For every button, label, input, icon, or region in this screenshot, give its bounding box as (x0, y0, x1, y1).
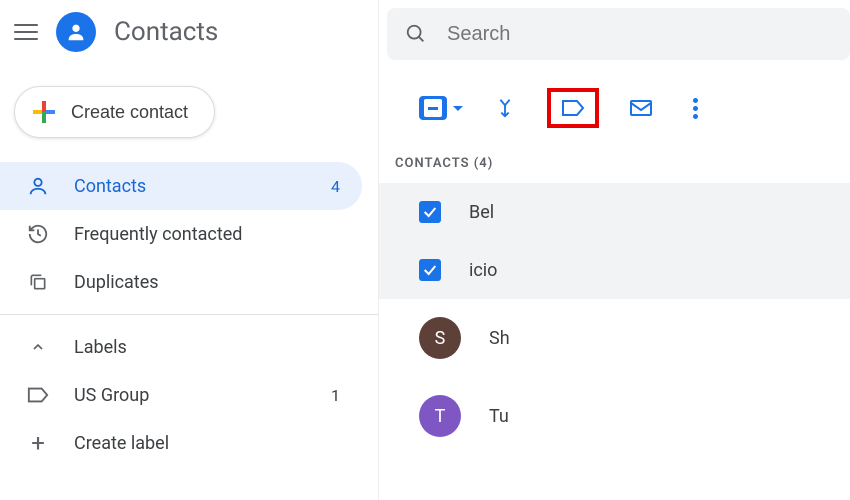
divider (0, 314, 378, 315)
sidebar-item-label: Duplicates (74, 272, 159, 293)
sidebar-item-label: Contacts (74, 176, 146, 197)
label-count: 1 (331, 386, 340, 405)
label-icon (26, 383, 50, 407)
app-title: Contacts (114, 17, 218, 47)
contact-name: Tu (489, 406, 509, 427)
contacts-logo-icon (56, 12, 96, 52)
contact-row[interactable]: Bel (379, 183, 850, 241)
sidebar-create-label[interactable]: + Create label (0, 419, 362, 467)
contacts-count: 4 (331, 177, 340, 196)
duplicate-icon (26, 270, 50, 294)
sidebar-item-duplicates[interactable]: Duplicates (0, 258, 362, 306)
create-contact-label: Create contact (71, 102, 188, 123)
avatar: S (419, 317, 461, 359)
sidebar-item-frequent[interactable]: Frequently contacted (0, 210, 362, 258)
contact-name: icio (469, 260, 497, 281)
sidebar-labels-header[interactable]: Labels (0, 323, 362, 371)
email-icon[interactable] (629, 96, 653, 120)
toolbar (379, 60, 850, 144)
checkbox-checked-icon[interactable] (419, 201, 441, 223)
label-icon[interactable] (561, 96, 585, 120)
history-icon (26, 222, 50, 246)
select-dropdown[interactable] (419, 96, 463, 120)
contact-name: Sh (489, 328, 510, 349)
sidebar-item-label: Frequently contacted (74, 224, 242, 245)
search-icon (405, 23, 427, 45)
highlight-label-button (547, 88, 599, 128)
sidebar-item-contacts[interactable]: Contacts 4 (0, 162, 362, 210)
merge-icon[interactable] (493, 96, 517, 120)
main-area: CONTACTS (4) Bel icio S Sh T Tu (378, 0, 850, 500)
contact-row[interactable]: S Sh (379, 299, 850, 377)
menu-icon[interactable] (14, 20, 38, 44)
contact-list: Bel icio S Sh T Tu (379, 183, 850, 455)
chevron-up-icon (26, 335, 50, 359)
label-name: US Group (74, 385, 149, 406)
contact-name: Bel (469, 202, 494, 223)
sidebar-label-item[interactable]: US Group 1 (0, 371, 362, 419)
list-section-header: CONTACTS (4) (379, 144, 850, 183)
app-header: Contacts (0, 0, 378, 64)
contact-row[interactable]: icio (379, 241, 850, 299)
more-icon[interactable] (683, 96, 707, 120)
person-icon (26, 174, 50, 198)
caret-down-icon (453, 106, 463, 111)
search-input[interactable] (447, 23, 832, 46)
create-contact-button[interactable]: Create contact (14, 86, 215, 138)
labels-header-text: Labels (74, 337, 127, 358)
sidebar-nav: Contacts 4 Frequently contacted Duplicat… (0, 162, 378, 467)
sidebar: Contacts Create contact Contacts 4 Frequ… (0, 0, 378, 500)
avatar: T (419, 395, 461, 437)
checkbox-checked-icon[interactable] (419, 259, 441, 281)
plus-icon: + (26, 431, 50, 455)
plus-icon (33, 101, 55, 123)
create-label-text: Create label (74, 433, 169, 454)
search-bar[interactable] (387, 8, 850, 60)
contact-row[interactable]: T Tu (379, 377, 850, 455)
